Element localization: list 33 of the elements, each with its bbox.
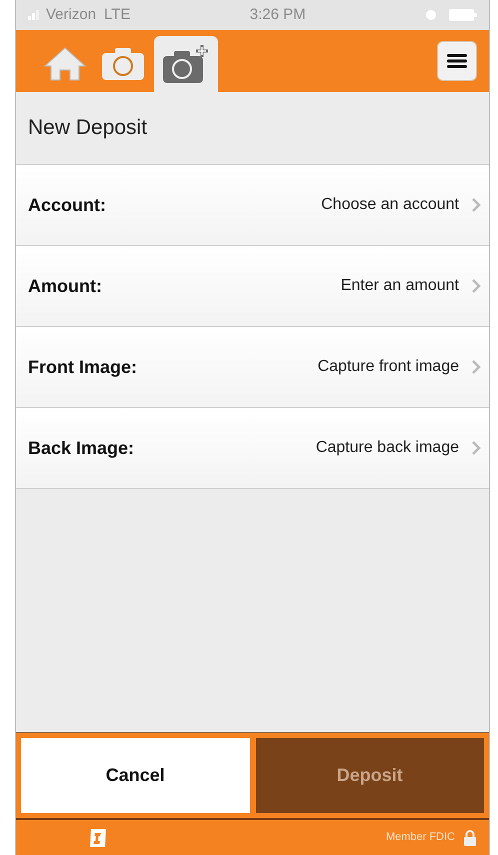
carrier-text: Verizon: [46, 4, 96, 25]
field-value: Choose an account: [321, 195, 459, 215]
field-label: Back Image:: [28, 436, 134, 460]
form-row[interactable]: Account: Choose an account: [16, 165, 489, 246]
signal-icon: [28, 10, 42, 20]
home-icon: [43, 46, 87, 82]
field-label: Front Image:: [28, 356, 138, 379]
camera-plus-icon: [162, 44, 210, 84]
field-value: Capture back image: [316, 438, 459, 458]
chevron-icon: [471, 359, 481, 375]
field-value: Enter an amount: [340, 276, 459, 296]
field-label: Account:: [28, 194, 106, 216]
field-label: Amount:: [28, 274, 102, 298]
form-row[interactable]: Front Image: Capture front image: [16, 327, 489, 408]
camera-icon: [101, 47, 145, 81]
tab[interactable]: [154, 36, 218, 92]
form-row[interactable]: Back Image: Capture back image: [16, 408, 489, 489]
logo-icon: [88, 828, 108, 848]
menu-button[interactable]: [437, 41, 477, 81]
lock-icon: [463, 830, 477, 846]
time-text: 3:26 PM: [250, 4, 306, 25]
field-value: Capture front image: [318, 357, 459, 377]
page-title: New Deposit: [28, 115, 148, 142]
chevron-icon: [471, 440, 481, 456]
menu-icon: [447, 53, 467, 69]
chevron-icon: [471, 197, 481, 213]
network-text: LTE: [104, 4, 130, 25]
member-fdic-text: Member FDIC: [386, 830, 455, 846]
battery-icon: [449, 9, 478, 21]
action-button[interactable]: Cancel: [21, 738, 250, 813]
chevron-icon: [471, 278, 481, 294]
alarm-icon: [425, 9, 438, 21]
form-row[interactable]: Amount: Enter an amount: [16, 246, 489, 327]
